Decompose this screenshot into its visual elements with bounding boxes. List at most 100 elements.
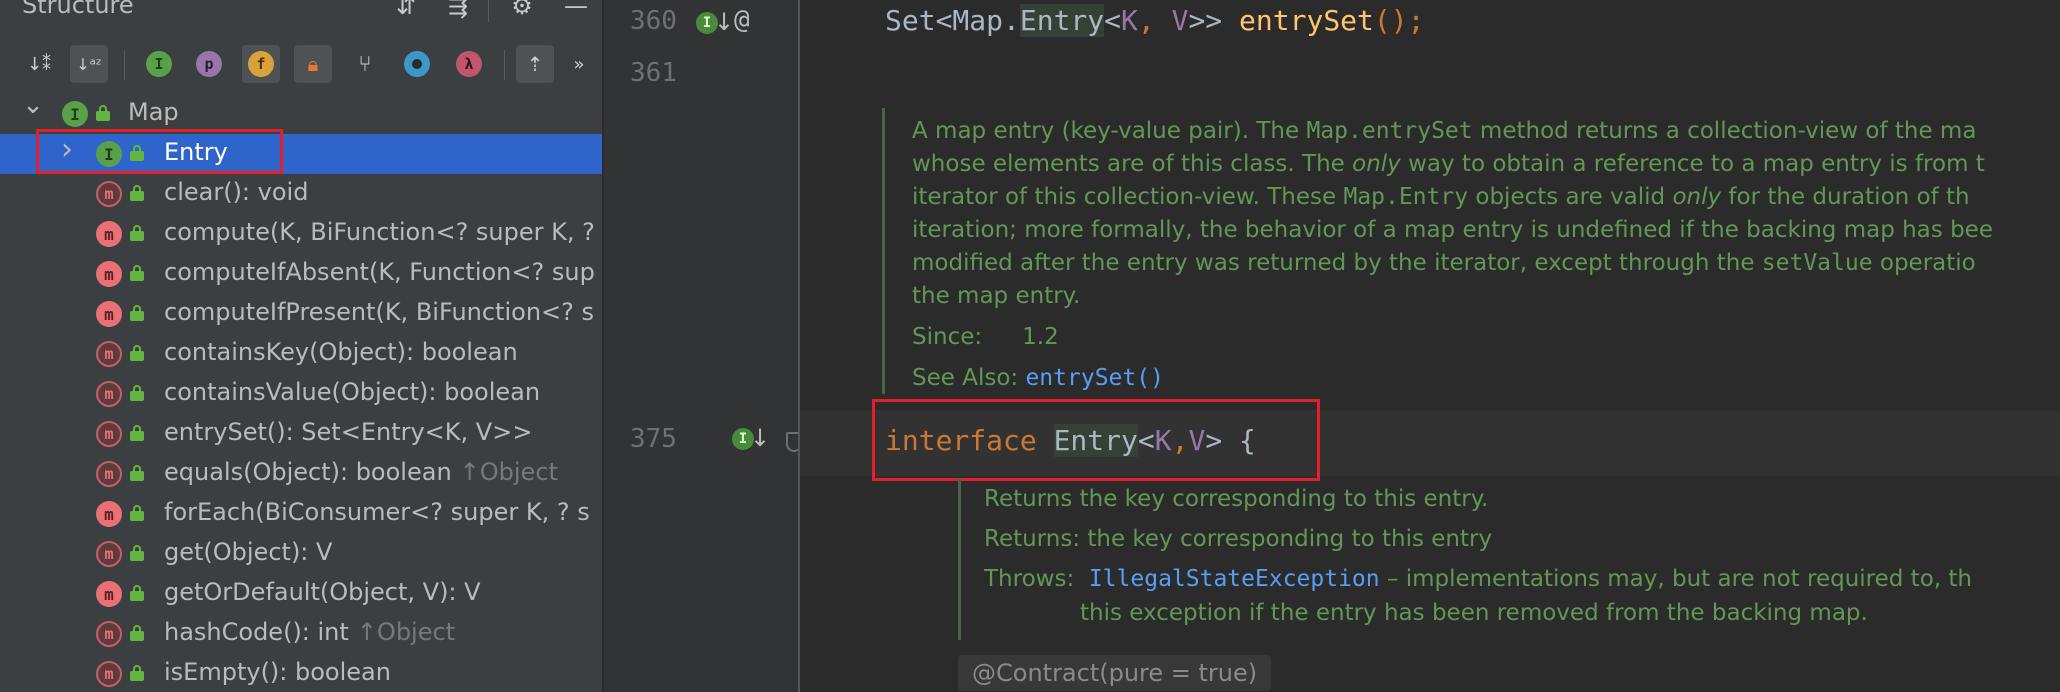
- sort-by-visibility-button[interactable]: ↓⁑: [20, 45, 58, 83]
- tree-item-text: containsValue(Object): boolean: [164, 378, 541, 406]
- tree-item-row[interactable]: m forEach(BiConsumer<? super K, ? s: [0, 494, 602, 534]
- lock-icon: [130, 345, 144, 361]
- method-icon: m: [96, 301, 122, 327]
- lock-icon: [130, 305, 144, 321]
- abstract-method-icon: m: [96, 461, 122, 487]
- show-fields-button[interactable]: f: [242, 45, 280, 83]
- autoscroll-icon: ⇡: [526, 52, 544, 76]
- code-token: <: [1104, 4, 1122, 37]
- tree-item-label: entrySet(): Set<Entry<K, V>>: [164, 418, 532, 446]
- minimize-icon[interactable]: —: [560, 0, 592, 20]
- method-name: entrySet: [1239, 4, 1374, 37]
- tree-item-row[interactable]: m computeIfAbsent(K, Function<? sup: [0, 254, 602, 294]
- structure-panel: Structure ⇵ ⇶ ⚙ — ↓⁑ ↓ᵃᶻ I p f 🔒︎ ⑂ λ ⇡ …: [0, 0, 602, 692]
- doc-throws-continuation: this exception if the entry has been rem…: [1080, 600, 1868, 626]
- tree-root-row[interactable]: ⌄ I Map: [0, 90, 602, 134]
- doc-summary: Returns the key corresponding to this en…: [984, 486, 1489, 512]
- tree-item-row[interactable]: m get(Object): V: [0, 534, 602, 574]
- collapse-all-icon[interactable]: ⇶: [442, 0, 474, 20]
- tree-item-label: isEmpty(): boolean: [164, 658, 391, 686]
- tree-item-row[interactable]: m isEmpty(): boolean: [0, 654, 602, 692]
- doc-returns: Returns: the key corresponding to this e…: [984, 526, 1493, 552]
- code-token: Set<Map.: [885, 4, 1020, 37]
- abstract-method-icon: m: [96, 621, 122, 647]
- show-inherited-button[interactable]: I: [140, 45, 178, 83]
- anonymous-class-icon: [404, 51, 430, 77]
- tree-item-row[interactable]: m entrySet(): Set<Entry<K, V>>: [0, 414, 602, 454]
- autoscroll-button[interactable]: ⇡: [516, 45, 554, 83]
- lock-icon: [130, 185, 144, 201]
- tree-item-label: hashCode(): int ↑Object: [164, 618, 455, 646]
- show-anonymous-button[interactable]: ⑂: [346, 45, 384, 83]
- tree-item-row[interactable]: m containsValue(Object): boolean: [0, 374, 602, 414]
- expand-all-icon[interactable]: ⇵: [390, 0, 422, 20]
- tree-item-label: containsValue(Object): boolean: [164, 378, 540, 406]
- code-line-360[interactable]: Set<Map.Entry<K, V>> entrySet();: [885, 4, 1424, 37]
- tree-item-text: isEmpty(): boolean: [164, 658, 391, 686]
- doc-since: Since: 1.2: [912, 324, 1059, 350]
- tree-item-text: equals(Object): boolean: [164, 458, 452, 486]
- more-icon: »: [573, 53, 585, 75]
- lock-icon: [130, 625, 144, 641]
- show-non-public-button[interactable]: 🔒︎: [294, 45, 332, 83]
- tree-item-label: containsKey(Object): boolean: [164, 338, 518, 366]
- doc-line: A map entry (key-value pair). The Map.en…: [912, 118, 1977, 144]
- code-token: >>: [1188, 4, 1240, 37]
- doc-line: modified after the entry was returned by…: [912, 250, 1976, 276]
- abstract-method-icon: m: [96, 541, 122, 567]
- tree-item-text: compute(K, BiFunction<? super K, ?: [164, 218, 595, 246]
- sort-alphabetically-button[interactable]: ↓ᵃᶻ: [70, 45, 108, 83]
- show-properties-button[interactable]: p: [190, 45, 228, 83]
- doc-throws: Throws: IllegalStateException – implemen…: [984, 566, 1972, 592]
- type-param-k: K: [1121, 4, 1138, 37]
- lock-icon: [130, 545, 144, 561]
- tree-item-row[interactable]: m getOrDefault(Object, V): V: [0, 574, 602, 614]
- more-options-button[interactable]: »: [566, 45, 592, 83]
- inferred-annotation-hint[interactable]: @Contract(pure = true): [958, 655, 1272, 691]
- tree-item-label: compute(K, BiFunction<? super K, ?: [164, 218, 595, 246]
- see-also-link[interactable]: entrySet(): [1025, 365, 1163, 391]
- tree-item-label: equals(Object): boolean ↑Object: [164, 458, 558, 486]
- lock-icon: [130, 585, 144, 601]
- show-lambdas-button[interactable]: λ: [450, 45, 488, 83]
- gear-icon[interactable]: ⚙: [506, 0, 538, 20]
- gutter-border: [798, 0, 800, 692]
- doc-comment-bar: [882, 108, 885, 394]
- tree-item-text: clear(): void: [164, 178, 309, 206]
- chevron-down-icon[interactable]: ⌄: [22, 90, 44, 120]
- tree-item-row[interactable]: m hashCode(): int ↑Object: [0, 614, 602, 654]
- header-separator: [488, 0, 489, 22]
- throws-link[interactable]: IllegalStateException: [1089, 566, 1380, 592]
- tree-item-text: computeIfAbsent(K, Function<? sup: [164, 258, 595, 286]
- line-number: 375: [630, 424, 677, 454]
- lock-icon: [130, 225, 144, 241]
- tree-item-row[interactable]: m computeIfPresent(K, BiFunction<? s: [0, 294, 602, 334]
- doc-line: whose elements are of this class. The on…: [912, 151, 1985, 177]
- tree-item-label: computeIfAbsent(K, Function<? sup: [164, 258, 595, 286]
- doc-line: iteration; more formally, the behavior o…: [912, 217, 1993, 243]
- implemented-down-arrow-icon[interactable]: ↓: [714, 8, 734, 36]
- toolbar-separator: [504, 50, 505, 80]
- doc-line: the map entry.: [912, 283, 1081, 309]
- annotation-marker-icon[interactable]: @: [734, 5, 750, 35]
- doc-line: iterator of this collection-view. These …: [912, 184, 1970, 210]
- sort-alpha-icon: ↓ᵃᶻ: [76, 54, 102, 74]
- inherited-from-label: ↑Object: [459, 458, 558, 486]
- tree-item-row[interactable]: m compute(K, BiFunction<? super K, ?: [0, 214, 602, 254]
- fields-icon: f: [248, 51, 274, 77]
- lock-icon: [130, 425, 144, 441]
- lock-icon: [130, 265, 144, 281]
- lock-icon: [130, 665, 144, 681]
- tree-item-label: computeIfPresent(K, BiFunction<? s: [164, 298, 594, 326]
- inherited-icon: I: [146, 51, 172, 77]
- tree-item-row[interactable]: m clear(): void: [0, 174, 602, 214]
- show-anonymous-classes-button[interactable]: [398, 45, 436, 83]
- code-token: ();: [1373, 4, 1425, 37]
- tree-item-row[interactable]: m containsKey(Object): boolean: [0, 334, 602, 374]
- inherited-from-label: ↑Object: [356, 618, 456, 646]
- tree-item-text: computeIfPresent(K, BiFunction<? s: [164, 298, 595, 326]
- code-editor[interactable]: 360 I ↓ @ 361 375 I ↓ Set<Map.Entry<K, V…: [604, 0, 2060, 692]
- sort-visibility-icon: ↓⁑: [26, 53, 52, 75]
- implemented-down-arrow-icon[interactable]: ↓: [750, 424, 770, 452]
- tree-item-row[interactable]: m equals(Object): boolean ↑Object: [0, 454, 602, 494]
